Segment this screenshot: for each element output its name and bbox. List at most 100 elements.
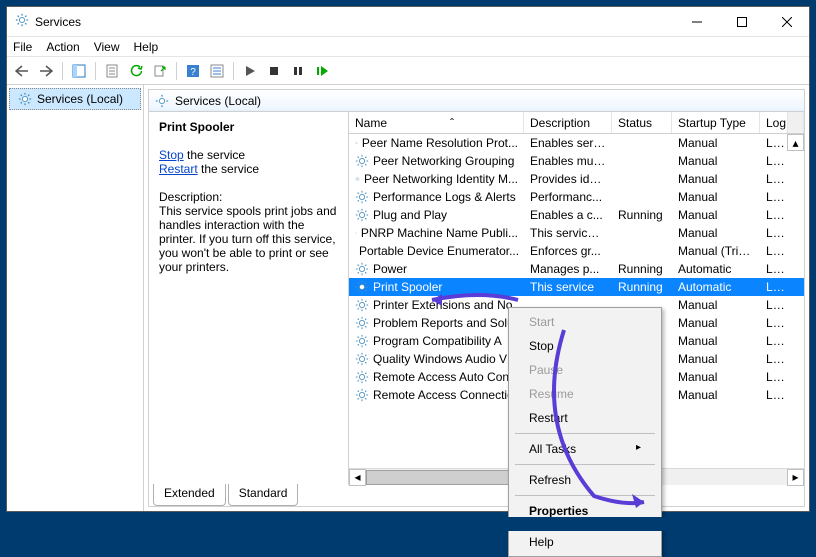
- service-logon: Loc: [760, 388, 788, 402]
- description-text: This service spools print jobs and handl…: [159, 204, 338, 274]
- service-logon: Loc: [760, 172, 788, 186]
- service-name: Printer Extensions and No: [373, 298, 512, 312]
- service-logon: Loc: [760, 154, 788, 168]
- help-icon[interactable]: ?: [182, 60, 204, 82]
- ctx-help[interactable]: Help: [511, 530, 659, 554]
- service-gear-icon: [355, 262, 369, 276]
- close-button[interactable]: [764, 7, 809, 36]
- service-row[interactable]: Performance Logs & AlertsPerformanc...Ma…: [349, 188, 804, 206]
- ctx-restart[interactable]: Restart: [511, 406, 659, 430]
- service-gear-icon: [355, 298, 369, 312]
- col-startup-type[interactable]: Startup Type: [672, 112, 760, 133]
- service-desc: Enables mul...: [524, 154, 612, 168]
- ctx-pause: Pause: [511, 358, 659, 382]
- gear-icon: [155, 94, 169, 108]
- menu-view[interactable]: View: [94, 40, 120, 54]
- service-row[interactable]: PowerManages p...RunningAutomaticLoc: [349, 260, 804, 278]
- service-gear-icon: [355, 208, 369, 222]
- ctx-separator: [515, 433, 655, 434]
- service-logon: Loc: [760, 352, 788, 366]
- show-hide-tree-icon[interactable]: [68, 60, 90, 82]
- service-name: PNRP Machine Name Publi...: [361, 226, 518, 240]
- col-name[interactable]: Nameˆ: [349, 112, 524, 133]
- service-name: Remote Access Connectio: [373, 388, 514, 402]
- service-name: Power: [373, 262, 407, 276]
- service-row[interactable]: Print SpoolerThis serviceRunningAutomati…: [349, 278, 804, 296]
- right-pane: Services (Local) Print Spooler Stop the …: [148, 89, 805, 507]
- stop-service-link[interactable]: Stop: [159, 148, 184, 162]
- service-startup: Manual: [672, 370, 760, 384]
- service-name: Print Spooler: [373, 280, 442, 294]
- service-row[interactable]: PNRP Machine Name Publi... This service .…: [349, 224, 804, 242]
- export-icon[interactable]: [149, 60, 171, 82]
- ctx-stop[interactable]: Stop: [511, 334, 659, 358]
- properties-icon[interactable]: [101, 60, 123, 82]
- col-logon[interactable]: Log: [760, 112, 788, 133]
- minimize-button[interactable]: [674, 7, 719, 36]
- service-startup: Manual: [672, 316, 760, 330]
- start-service-icon[interactable]: [239, 60, 261, 82]
- service-gear-icon: [355, 190, 369, 204]
- service-name: Problem Reports and Solu: [373, 316, 514, 330]
- service-name: Peer Networking Grouping: [373, 154, 514, 168]
- scroll-left-icon[interactable]: ◂: [349, 469, 366, 486]
- scroll-up-icon[interactable]: ▴: [787, 134, 804, 151]
- service-status: Running: [612, 208, 672, 222]
- service-desc: This service: [524, 280, 612, 294]
- ctx-resume: Resume: [511, 382, 659, 406]
- selected-service-name: Print Spooler: [159, 120, 338, 134]
- gear-icon: [18, 92, 32, 106]
- tab-standard[interactable]: Standard: [228, 484, 299, 506]
- toolbar: ?: [7, 57, 809, 85]
- service-row[interactable]: Peer Name Resolution Prot...Enables serv…: [349, 134, 804, 152]
- forward-icon[interactable]: [35, 60, 57, 82]
- description-heading: Description:: [159, 190, 338, 204]
- tree-root-item[interactable]: Services (Local): [9, 88, 141, 110]
- service-startup: Automatic: [672, 280, 760, 294]
- titlebar: Services: [7, 7, 809, 37]
- col-description[interactable]: Description: [524, 112, 612, 133]
- menu-file[interactable]: File: [13, 40, 32, 54]
- pause-service-icon[interactable]: [287, 60, 309, 82]
- service-startup: Manual: [672, 352, 760, 366]
- scroll-right-icon[interactable]: ▸: [787, 469, 804, 486]
- col-status[interactable]: Status: [612, 112, 672, 133]
- service-startup: Manual: [672, 334, 760, 348]
- service-logon: Loc: [760, 208, 788, 222]
- maximize-button[interactable]: [719, 7, 764, 36]
- ctx-separator: [515, 495, 655, 496]
- service-logon: Loc: [760, 370, 788, 384]
- description-pane: Print Spooler Stop the service Restart t…: [149, 112, 349, 485]
- ctx-refresh[interactable]: Refresh: [511, 468, 659, 492]
- service-desc: Manages p...: [524, 262, 612, 276]
- service-row[interactable]: Peer Networking GroupingEnables mul...Ma…: [349, 152, 804, 170]
- list-header-title: Services (Local): [149, 90, 804, 112]
- service-row[interactable]: Peer Networking Identity M...Provides id…: [349, 170, 804, 188]
- stop-service-icon[interactable]: [263, 60, 285, 82]
- service-gear-icon: [355, 280, 369, 294]
- service-row[interactable]: Plug and PlayEnables a c...RunningManual…: [349, 206, 804, 224]
- view-tabs: Extended Standard: [149, 484, 804, 506]
- back-icon[interactable]: [11, 60, 33, 82]
- filter-icon[interactable]: [206, 60, 228, 82]
- column-headers: Nameˆ Description Status Startup Type Lo…: [349, 112, 804, 134]
- toolbar-separator: [233, 62, 234, 80]
- service-logon: Loc: [760, 190, 788, 204]
- menu-action[interactable]: Action: [46, 40, 79, 54]
- service-startup: Manual (Trig...: [672, 244, 760, 258]
- service-desc: This service ...: [524, 226, 612, 240]
- service-row[interactable]: Portable Device Enumerator...Enforces gr…: [349, 242, 804, 260]
- menu-help[interactable]: Help: [134, 40, 159, 54]
- refresh-icon[interactable]: [125, 60, 147, 82]
- service-name: Performance Logs & Alerts: [373, 190, 516, 204]
- service-startup: Manual: [672, 172, 760, 186]
- service-startup: Manual: [672, 136, 760, 150]
- restart-service-icon[interactable]: [311, 60, 333, 82]
- service-desc: Performanc...: [524, 190, 612, 204]
- service-name: Program Compatibility A: [373, 334, 502, 348]
- tab-extended[interactable]: Extended: [153, 484, 226, 506]
- ctx-all-tasks[interactable]: All Tasks: [511, 437, 659, 461]
- ctx-start: Start: [511, 310, 659, 334]
- service-logon: Loc: [760, 316, 788, 330]
- restart-service-link[interactable]: Restart: [159, 162, 198, 176]
